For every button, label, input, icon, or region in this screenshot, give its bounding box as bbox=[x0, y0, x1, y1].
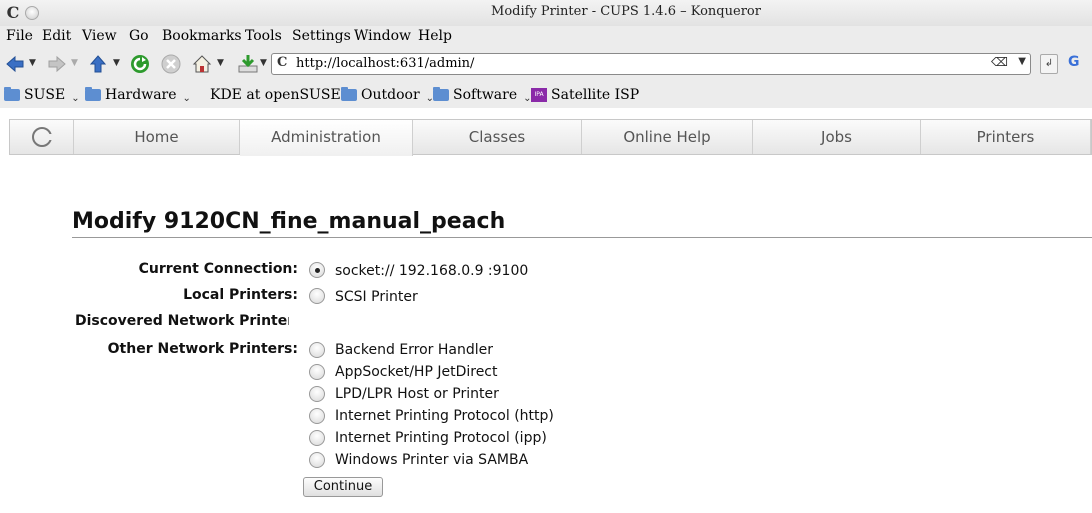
reload-icon[interactable] bbox=[129, 52, 151, 76]
bookmark-folder-hardware[interactable]: Hardware ⌄ bbox=[85, 87, 191, 104]
url-input[interactable]: http://localhost:631/admin/ bbox=[296, 56, 474, 71]
site-favicon-icon: C bbox=[277, 55, 288, 70]
bookmark-folder-software[interactable]: Software ⌄ bbox=[433, 87, 532, 104]
bookmark-label: Software bbox=[453, 87, 518, 103]
folder-icon bbox=[85, 87, 101, 101]
go-button[interactable]: ↲ bbox=[1040, 54, 1058, 74]
backend-error-handler-radio[interactable] bbox=[309, 342, 325, 358]
menu-file[interactable]: File bbox=[6, 28, 33, 44]
local-printers-label: Local Printers: bbox=[183, 287, 298, 303]
scsi-printer-option: SCSI Printer bbox=[335, 289, 418, 305]
back-arrow-icon[interactable] bbox=[4, 52, 26, 76]
menu-help[interactable]: Help bbox=[418, 28, 452, 44]
menu-edit[interactable]: Edit bbox=[42, 28, 71, 44]
ipp-http-radio[interactable] bbox=[309, 408, 325, 424]
up-arrow-icon[interactable] bbox=[88, 52, 108, 76]
url-history-dropdown-icon[interactable]: ▼ bbox=[1018, 56, 1026, 67]
menu-settings[interactable]: Settings bbox=[292, 28, 351, 44]
home-dropdown-icon[interactable]: ▼ bbox=[217, 58, 224, 68]
bookmark-label: SUSE bbox=[24, 87, 66, 103]
tab-jobs[interactable]: Jobs bbox=[753, 120, 921, 154]
forward-dropdown-icon[interactable]: ▼ bbox=[71, 58, 78, 68]
bookmark-satellite-isp[interactable]: IPA Satellite ISP bbox=[531, 87, 639, 103]
lpd-lpr-radio[interactable] bbox=[309, 386, 325, 402]
clear-url-icon[interactable]: ⌫ bbox=[991, 55, 1008, 69]
menubar: File Edit View Go Bookmarks Tools Settin… bbox=[0, 26, 1092, 48]
bookmark-folder-outdoor[interactable]: Outdoor ⌄ bbox=[341, 87, 434, 104]
windows-samba-radio[interactable] bbox=[309, 452, 325, 468]
ipp-ipp-radio[interactable] bbox=[309, 430, 325, 446]
window-titlebar: C Modify Printer - CUPS 1.4.6 – Konquero… bbox=[0, 0, 1092, 26]
home-icon[interactable] bbox=[191, 52, 213, 76]
current-connection-label: Current Connection: bbox=[138, 261, 298, 277]
bookmark-label: KDE at openSUSE bbox=[210, 87, 341, 103]
search-provider-icon[interactable]: G bbox=[1068, 54, 1092, 76]
tab-administration[interactable]: Administration bbox=[240, 120, 413, 156]
backend-error-handler-option: Backend Error Handler bbox=[335, 342, 494, 358]
heading-divider bbox=[72, 237, 1092, 238]
appsocket-jetdirect-radio[interactable] bbox=[309, 364, 325, 380]
tab-home[interactable]: Home bbox=[74, 120, 240, 154]
cups-logo-icon[interactable] bbox=[10, 120, 74, 154]
up-dropdown-icon[interactable]: ▼ bbox=[113, 58, 120, 68]
cups-nav-tabs: Home Administration Classes Online Help … bbox=[9, 119, 1092, 156]
discovered-network-printers-label: Discovered Network Printers bbox=[75, 313, 289, 329]
tab-online-help[interactable]: Online Help bbox=[582, 120, 753, 154]
tab-classes[interactable]: Classes bbox=[413, 120, 582, 154]
appsocket-jetdirect-option: AppSocket/HP JetDirect bbox=[335, 364, 498, 380]
page-content: Home Administration Classes Online Help … bbox=[0, 108, 1092, 513]
chevron-down-icon: ⌄ bbox=[71, 92, 80, 104]
window-title: Modify Printer - CUPS 1.4.6 – Konqueror bbox=[491, 4, 761, 19]
page-title: Modify 9120CN_fine_manual_peach bbox=[72, 209, 506, 234]
menu-tools[interactable]: Tools bbox=[245, 28, 282, 44]
lpd-lpr-option: LPD/LPR Host or Printer bbox=[335, 386, 499, 402]
ipp-ipp-option: Internet Printing Protocol (ipp) bbox=[335, 430, 547, 446]
ipa-icon: IPA bbox=[531, 88, 547, 102]
other-network-printers-label: Other Network Printers: bbox=[107, 341, 298, 357]
download-icon[interactable] bbox=[236, 52, 260, 76]
bookmark-label: Outdoor bbox=[361, 87, 420, 103]
ipp-http-option: Internet Printing Protocol (http) bbox=[335, 408, 554, 424]
address-bar[interactable]: C http://localhost:631/admin/ ⌫ ▼ bbox=[271, 53, 1031, 75]
scsi-printer-radio[interactable] bbox=[309, 288, 325, 304]
bookmarks-toolbar: SUSE ⌄ Hardware ⌄ KDE at openSUSE Outdoo… bbox=[0, 80, 1092, 108]
chevron-down-icon: ⌄ bbox=[182, 92, 191, 104]
forward-arrow-icon[interactable] bbox=[46, 52, 68, 76]
menu-window[interactable]: Window bbox=[354, 28, 411, 44]
download-dropdown-icon[interactable]: ▼ bbox=[260, 58, 267, 68]
menu-view[interactable]: View bbox=[82, 28, 117, 44]
tab-printers[interactable]: Printers bbox=[921, 120, 1091, 154]
menu-go[interactable]: Go bbox=[129, 28, 149, 44]
folder-icon bbox=[4, 87, 20, 101]
bookmark-label: Satellite ISP bbox=[551, 87, 640, 103]
stop-icon[interactable] bbox=[160, 52, 182, 76]
bookmark-folder-suse[interactable]: SUSE ⌄ bbox=[4, 87, 80, 104]
bookmark-label: Hardware bbox=[105, 87, 177, 103]
folder-icon bbox=[433, 87, 449, 101]
bookmark-kde-at-opensuse[interactable]: KDE at openSUSE bbox=[210, 87, 341, 103]
current-connection-value: socket:// 192.168.0.9 :9100 bbox=[335, 263, 529, 279]
current-connection-radio[interactable] bbox=[309, 262, 325, 278]
continue-button[interactable]: Continue bbox=[303, 477, 383, 497]
folder-icon bbox=[341, 87, 357, 101]
menu-bookmarks[interactable]: Bookmarks bbox=[162, 28, 242, 44]
back-dropdown-icon[interactable]: ▼ bbox=[29, 58, 36, 68]
windows-samba-option: Windows Printer via SAMBA bbox=[335, 452, 529, 468]
